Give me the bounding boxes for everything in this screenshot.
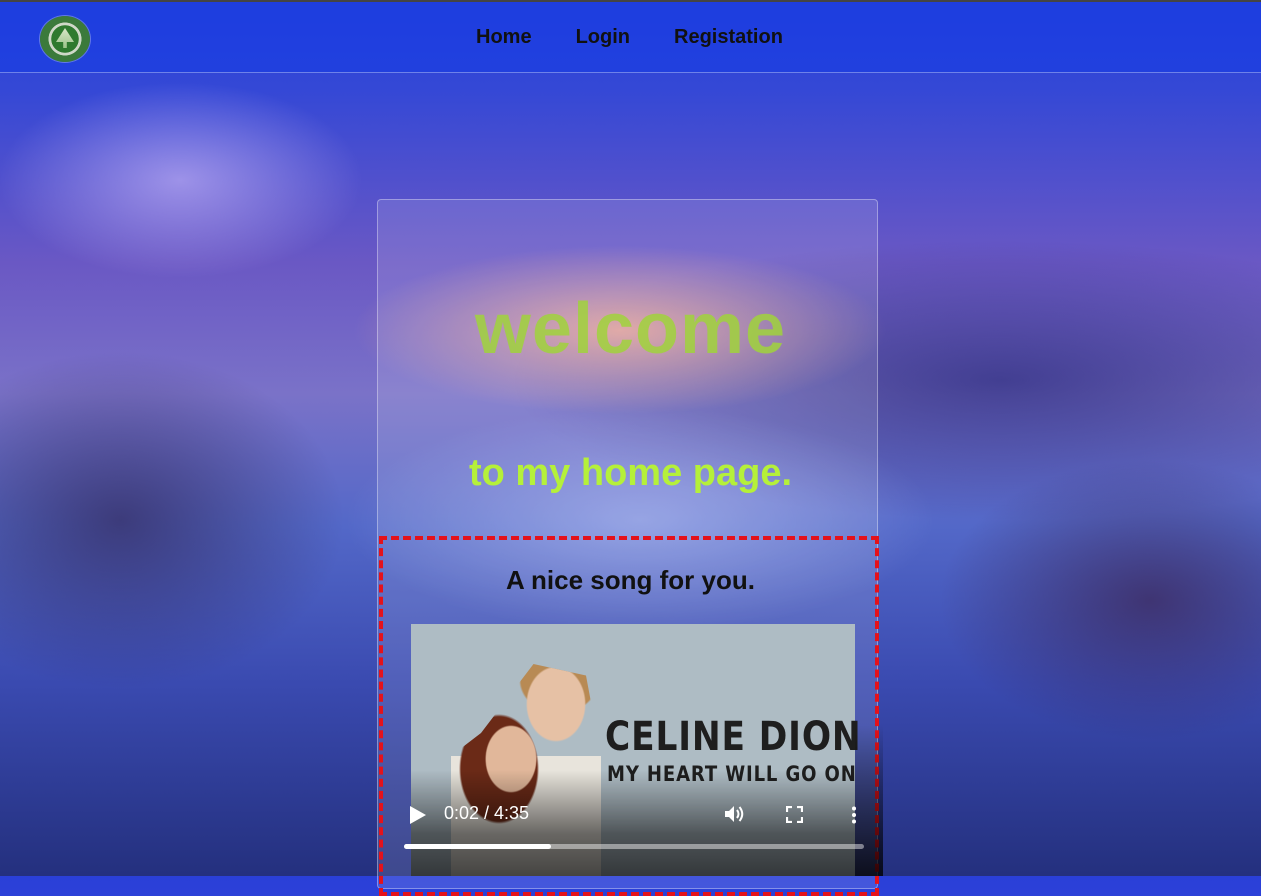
song-heading: A nice song for you. xyxy=(506,565,755,595)
video-progress-fill xyxy=(404,844,552,849)
nav-home-link[interactable]: Home xyxy=(476,26,532,49)
welcome-heading: welcome xyxy=(474,289,787,369)
nav-login-link[interactable]: Login xyxy=(576,26,630,49)
video-time-display: 0:02 / 4:35 xyxy=(444,803,530,823)
volume-icon[interactable] xyxy=(724,804,746,824)
poster-artist-text: CELINE DION xyxy=(605,714,862,760)
more-options-icon[interactable] xyxy=(851,806,857,824)
university-logo[interactable] xyxy=(40,16,90,62)
main-nav: Home Login Registation xyxy=(476,26,827,49)
video-progress-bar[interactable] xyxy=(404,844,864,849)
fullscreen-icon[interactable] xyxy=(786,806,803,823)
video-edge-shadow xyxy=(855,624,883,876)
nav-registration-link[interactable]: Registation xyxy=(674,26,783,49)
welcome-subtitle: to my home page. xyxy=(468,452,793,494)
top-navigation-bar: Home Login Registation xyxy=(0,0,1261,73)
